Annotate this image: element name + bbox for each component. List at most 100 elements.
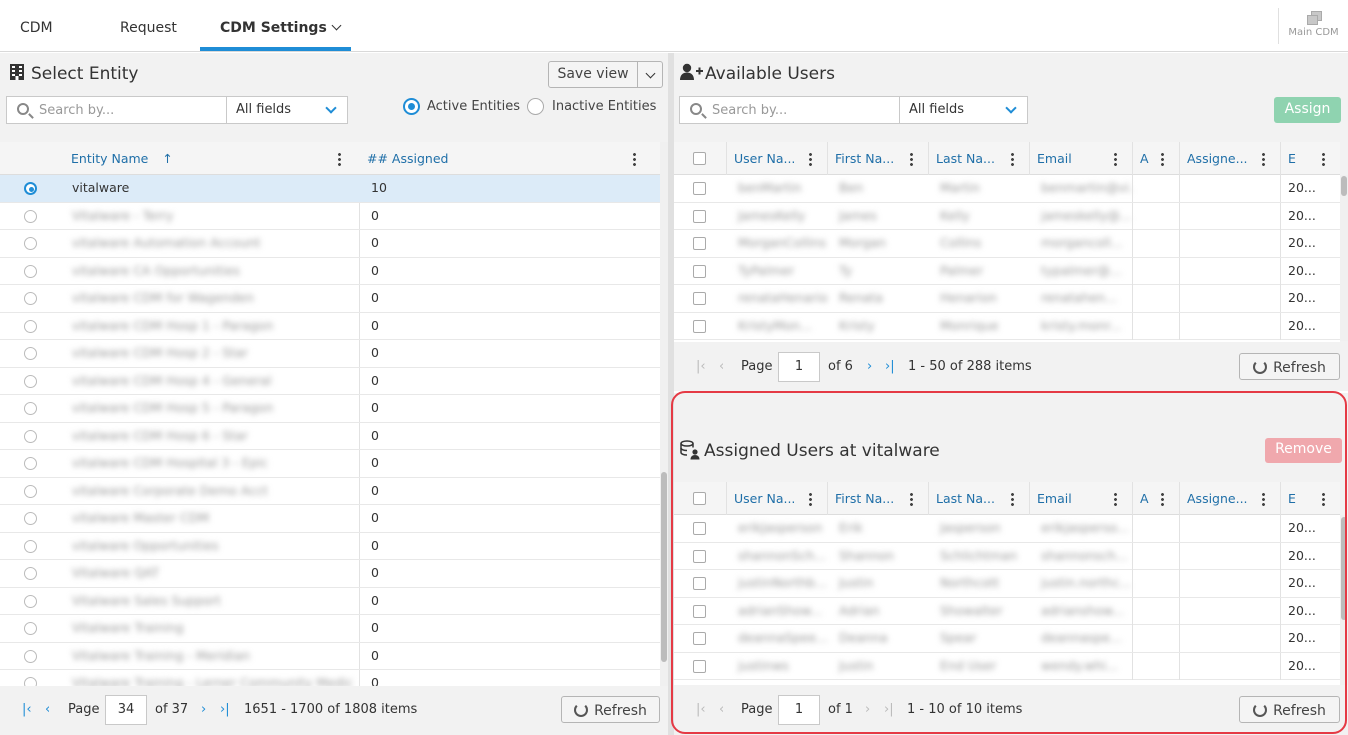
row-radio[interactable] <box>24 512 37 525</box>
page-input[interactable]: 34 <box>105 695 147 725</box>
prev-page-icon[interactable]: ‹ <box>45 702 50 717</box>
table-row[interactable]: adrianShow... Adrian Showalter adrianshow..… <box>674 597 1340 625</box>
save-view-dropdown[interactable] <box>637 61 663 88</box>
table-row[interactable]: vitalware CDM Hosp 1 - Paragon 0 <box>0 313 660 340</box>
first-page-icon[interactable]: |‹ <box>696 702 706 717</box>
tab-cdm-settings[interactable]: CDM Settings <box>220 20 342 36</box>
col-entity-name[interactable]: Entity Name ↑ <box>63 142 353 175</box>
entity-grid-scrollbar[interactable] <box>660 142 668 686</box>
table-row[interactable]: JamesKelly James Kelly jameskelly@... 20... <box>674 202 1340 230</box>
table-row[interactable]: vitalware Automation Account 0 <box>0 230 660 258</box>
col-header[interactable]: User Na... <box>726 482 805 515</box>
row-radio[interactable] <box>24 457 37 470</box>
row-checkbox[interactable] <box>693 237 706 250</box>
main-cdm-button[interactable]: Main CDM <box>1278 8 1348 44</box>
row-checkbox[interactable] <box>693 632 706 645</box>
col-header[interactable]: E <box>1280 142 1318 175</box>
page-input[interactable]: 1 <box>778 695 820 725</box>
table-row[interactable]: Vitalware - Terry 0 <box>0 203 660 230</box>
table-row[interactable]: Vitalware Training - Lerner Community Me… <box>0 670 660 686</box>
col-header[interactable]: First Na... <box>827 482 906 515</box>
available-refresh-button[interactable]: Refresh <box>1239 353 1340 380</box>
next-page-icon[interactable]: › <box>867 359 872 374</box>
column-menu-icon[interactable] <box>338 152 341 166</box>
page-input[interactable]: 1 <box>778 352 820 382</box>
inactive-entities-radio[interactable] <box>527 98 544 115</box>
row-checkbox[interactable] <box>693 264 706 278</box>
active-entities-radio[interactable] <box>403 98 420 115</box>
row-radio[interactable] <box>24 319 37 333</box>
table-row[interactable]: erikJasperson Erik Jasperson erikjasperso..… <box>674 515 1340 543</box>
table-row[interactable]: vitalware Corporate Demo Acct 0 <box>0 478 660 505</box>
table-row[interactable]: vitalware CDM for Wagenden 0 <box>0 285 660 313</box>
table-row[interactable]: MorganCollins Morgan Collins morgancoll... 2… <box>674 230 1340 258</box>
row-radio[interactable] <box>24 347 37 360</box>
select-all-checkbox[interactable] <box>693 152 706 165</box>
col-header[interactable]: Email <box>1029 482 1110 515</box>
table-row[interactable]: Vitalware QAT 0 <box>0 560 660 588</box>
table-row[interactable]: vitalware CDM Hosp 5 - Paragon 0 <box>0 395 660 423</box>
col-header[interactable]: Email <box>1029 142 1110 175</box>
column-menu-icon[interactable] <box>1322 492 1325 506</box>
row-radio[interactable] <box>24 484 37 498</box>
table-row[interactable]: TyPalmer Ty Palmer typalmer@... 20... <box>674 257 1340 285</box>
table-row[interactable]: Vitalware Sales Support 0 <box>0 588 660 615</box>
row-radio[interactable] <box>24 209 37 223</box>
save-view-button[interactable]: Save view <box>548 61 638 88</box>
assigned-refresh-button[interactable]: Refresh <box>1239 696 1340 723</box>
row-radio[interactable] <box>24 539 37 553</box>
table-row[interactable]: justinws Justin End User wendy.whi... 20... <box>674 652 1340 680</box>
row-checkbox[interactable] <box>693 182 706 195</box>
col-header[interactable]: Last Na... <box>928 482 1007 515</box>
col-header[interactable]: First Na... <box>827 142 906 175</box>
table-row[interactable]: Vitalware Training - Meridian 0 <box>0 643 660 670</box>
row-radio[interactable] <box>24 594 37 608</box>
entity-field-select[interactable]: All fields <box>226 96 348 124</box>
column-menu-icon[interactable] <box>1262 152 1265 166</box>
col-header[interactable]: A <box>1132 142 1157 175</box>
row-radio[interactable] <box>24 622 37 635</box>
row-checkbox[interactable] <box>693 319 706 333</box>
table-row[interactable]: vitalware CDM Hosp 4 - General 0 <box>0 368 660 395</box>
column-menu-icon[interactable] <box>910 492 913 506</box>
column-menu-icon[interactable] <box>1114 492 1117 506</box>
remove-button[interactable]: Remove <box>1265 438 1342 463</box>
table-row[interactable]: vitalware Opportunities 0 <box>0 533 660 560</box>
column-menu-icon[interactable] <box>910 152 913 166</box>
row-checkbox[interactable] <box>693 577 706 590</box>
next-page-icon[interactable]: › <box>865 702 870 717</box>
first-page-icon[interactable]: |‹ <box>22 702 32 717</box>
row-checkbox[interactable] <box>693 549 706 563</box>
users-search-input[interactable] <box>712 100 892 120</box>
col-header[interactable]: A <box>1132 482 1157 515</box>
scroll-thumb[interactable] <box>661 472 667 662</box>
col-header[interactable]: Last Na... <box>928 142 1007 175</box>
last-page-icon[interactable]: ›| <box>885 359 895 374</box>
table-row[interactable]: vitalware Master CDM 0 <box>0 505 660 533</box>
last-page-icon[interactable]: ›| <box>220 702 230 717</box>
prev-page-icon[interactable]: ‹ <box>719 702 724 717</box>
row-radio[interactable] <box>24 182 37 195</box>
table-row[interactable]: vitalware CA Opportunities 0 <box>0 258 660 285</box>
row-radio[interactable] <box>24 429 37 443</box>
column-menu-icon[interactable] <box>809 492 812 506</box>
table-row[interactable]: vitalware 10 <box>0 175 660 203</box>
scroll-thumb[interactable] <box>1341 517 1347 620</box>
col-header[interactable]: Assigne... <box>1179 482 1258 515</box>
table-row[interactable]: renataHenarion Renata Henarion renatahen...… <box>674 285 1340 313</box>
row-checkbox[interactable] <box>693 209 706 223</box>
users-field-select[interactable]: All fields <box>899 96 1028 124</box>
available-grid-scrollbar[interactable] <box>1340 175 1348 341</box>
column-menu-icon[interactable] <box>1161 152 1164 166</box>
first-page-icon[interactable]: |‹ <box>696 359 706 374</box>
scroll-thumb[interactable] <box>1341 176 1347 196</box>
last-page-icon[interactable]: ›| <box>884 702 894 717</box>
tab-request[interactable]: Request <box>120 20 177 36</box>
column-menu-icon[interactable] <box>1011 152 1014 166</box>
row-radio[interactable] <box>24 677 37 686</box>
column-menu-icon[interactable] <box>1322 152 1325 166</box>
table-row[interactable]: Vitalware Training 0 <box>0 615 660 643</box>
row-radio[interactable] <box>24 567 37 580</box>
next-page-icon[interactable]: › <box>201 702 206 717</box>
row-checkbox[interactable] <box>693 604 706 618</box>
